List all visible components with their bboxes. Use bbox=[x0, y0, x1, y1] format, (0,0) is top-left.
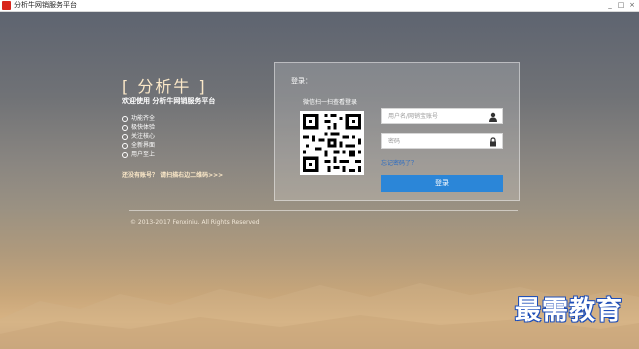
maximize-button[interactable]: □ bbox=[616, 0, 626, 11]
app-logo-icon bbox=[2, 1, 11, 10]
feature-list: 功能齐全 极快体验 关注核心 全新界面 用户至上 bbox=[122, 114, 155, 159]
bullet-icon bbox=[122, 124, 128, 131]
feature-item: 极快体验 bbox=[122, 123, 155, 132]
forgot-password-link[interactable]: 忘记密码了？ bbox=[381, 158, 417, 167]
copyright-text: © 2013-2017 Fenxiniu. All Rights Reserve… bbox=[130, 219, 260, 226]
user-icon bbox=[489, 112, 497, 122]
feature-item: 全新界面 bbox=[122, 141, 155, 150]
feature-item: 关注核心 bbox=[122, 132, 155, 141]
lock-icon bbox=[490, 137, 496, 147]
username-placeholder: 用户名/网销宝账号 bbox=[388, 113, 439, 120]
qr-code-icon bbox=[300, 111, 364, 175]
password-placeholder: 密码 bbox=[388, 138, 401, 145]
bullet-icon bbox=[122, 142, 128, 149]
qr-label: 微信扫一扫查看登录 bbox=[303, 99, 358, 106]
username-input[interactable]: 用户名/网销宝账号 bbox=[381, 108, 503, 124]
login-heading: 登录： bbox=[291, 77, 312, 85]
window-titlebar: 分析牛网销服务平台 _ □ × bbox=[0, 0, 639, 12]
bullet-icon bbox=[122, 115, 128, 122]
brand-name: [ 分析牛 ] bbox=[122, 77, 207, 96]
no-account-link[interactable]: 还没有账号？ 请扫描右边二维码>>> bbox=[122, 170, 223, 179]
login-panel: 登录： 微信扫一扫查看登录 用户名/网销宝账号 密码 忘记密码了？ 登录 bbox=[274, 62, 520, 201]
login-button[interactable]: 登录 bbox=[381, 175, 503, 192]
feature-item: 用户至上 bbox=[122, 150, 155, 159]
welcome-text: 欢迎使用 分析牛网销服务平台 bbox=[122, 97, 216, 105]
window-title: 分析牛网销服务平台 bbox=[14, 1, 77, 9]
bullet-icon bbox=[122, 133, 128, 140]
close-button[interactable]: × bbox=[627, 0, 637, 11]
minimize-button[interactable]: _ bbox=[605, 0, 615, 11]
feature-item: 功能齐全 bbox=[122, 114, 155, 123]
watermark-logo: 最需教育 bbox=[515, 296, 624, 326]
password-input[interactable]: 密码 bbox=[381, 133, 503, 149]
footer-divider bbox=[129, 210, 518, 211]
bullet-icon bbox=[122, 151, 128, 158]
